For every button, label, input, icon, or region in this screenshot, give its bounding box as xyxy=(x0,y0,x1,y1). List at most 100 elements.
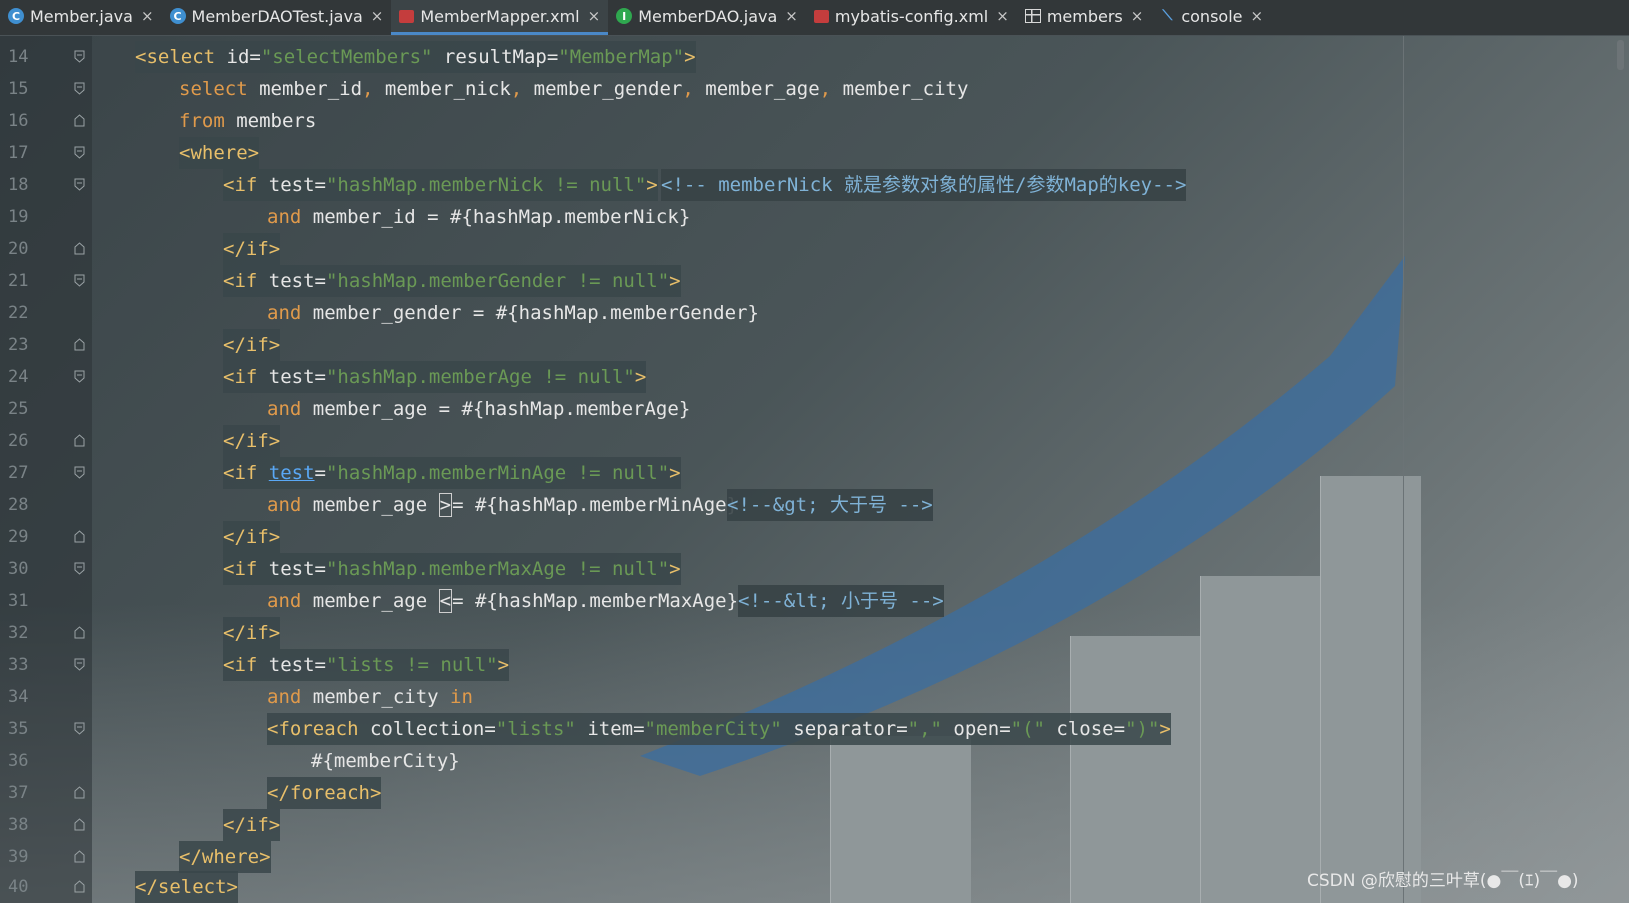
line-number: 24 xyxy=(8,367,29,387)
code-line[interactable]: 26 </if> xyxy=(0,425,1629,457)
tab-label: MemberMapper.xml xyxy=(420,6,580,26)
fold-open-icon[interactable] xyxy=(74,562,85,575)
fold-open-icon[interactable] xyxy=(74,82,85,95)
line-number: 23 xyxy=(8,335,29,355)
code-text: <if test="hashMap.memberMinAge != null"> xyxy=(223,457,681,489)
tab-member-mapper-xml[interactable]: MemberMapper.xml × xyxy=(391,0,609,35)
line-number: 27 xyxy=(8,463,29,483)
fold-close-icon[interactable] xyxy=(74,818,85,831)
code-text: </if> xyxy=(223,521,281,553)
code-line[interactable]: 31 and member_age <= #{hashMap.memberMax… xyxy=(0,585,1629,617)
xml-comment: <!--&lt; 小于号 --> xyxy=(738,585,944,617)
code-line[interactable]: 14 <select id="selectMembers" resultMap=… xyxy=(0,41,1629,73)
code-line[interactable]: 18 <if test="hashMap.memberNick != null"… xyxy=(0,169,1629,201)
code-line[interactable]: 23 </if> xyxy=(0,329,1629,361)
code-line[interactable]: 15 select member_id, member_nick, member… xyxy=(0,73,1629,105)
xml-comment: <!--&gt; 大于号 --> xyxy=(727,489,933,521)
code-line[interactable]: 32 </if> xyxy=(0,617,1629,649)
code-line[interactable]: 22 and member_gender = #{hashMap.memberG… xyxy=(0,297,1629,329)
close-icon[interactable]: × xyxy=(785,7,798,25)
code-text: from members xyxy=(179,110,317,132)
code-line[interactable]: 21 <if test="hashMap.memberGender != nul… xyxy=(0,265,1629,297)
fold-close-icon[interactable] xyxy=(74,786,85,799)
code-text: and member_id = #{hashMap.memberNick} xyxy=(267,206,691,228)
code-line[interactable]: 28 and member_age >= #{hashMap.memberMin… xyxy=(0,489,1629,521)
fold-open-icon[interactable] xyxy=(74,370,85,383)
code-line[interactable]: 38 </if> xyxy=(0,809,1629,841)
tab-console[interactable]: ⟍ console × xyxy=(1151,0,1271,35)
code-line[interactable]: 36 #{memberCity} xyxy=(0,745,1629,777)
code-line[interactable]: 24 <if test="hashMap.memberAge != null"> xyxy=(0,361,1629,393)
fold-open-icon[interactable] xyxy=(74,658,85,671)
fold-open-icon[interactable] xyxy=(74,146,85,159)
text-cursor: > xyxy=(438,493,453,517)
code-text: </if> xyxy=(223,233,281,265)
code-text: <if test="hashMap.memberGender != null"> xyxy=(223,265,681,297)
code-text: </where> xyxy=(179,841,271,873)
fold-close-icon[interactable] xyxy=(74,626,85,639)
fold-open-icon[interactable] xyxy=(74,274,85,287)
line-number: 38 xyxy=(8,815,29,835)
code-line[interactable]: 16 from members xyxy=(0,105,1629,137)
line-number: 19 xyxy=(8,207,29,227)
close-icon[interactable]: × xyxy=(141,7,154,25)
code-line[interactable]: 20 </if> xyxy=(0,233,1629,265)
code-line[interactable]: 25 and member_age = #{hashMap.memberAge} xyxy=(0,393,1629,425)
code-line[interactable]: 35 <foreach collection="lists" item="mem… xyxy=(0,713,1629,745)
code-line[interactable]: 34 and member_city in xyxy=(0,681,1629,713)
code-text: <if test="hashMap.memberMaxAge != null"> xyxy=(223,553,681,585)
fold-close-icon[interactable] xyxy=(74,434,85,447)
code-line[interactable]: 29 </if> xyxy=(0,521,1629,553)
tab-members-table[interactable]: members × xyxy=(1017,0,1152,35)
tab-label: console xyxy=(1181,6,1243,26)
fold-close-icon[interactable] xyxy=(74,242,85,255)
line-number: 15 xyxy=(8,79,29,99)
tab-mybatis-config-xml[interactable]: mybatis-config.xml × xyxy=(806,0,1017,35)
fold-close-icon[interactable] xyxy=(74,850,85,863)
tab-member-java[interactable]: C Member.java × xyxy=(0,0,162,35)
code-line[interactable]: 17 <where> xyxy=(0,137,1629,169)
code-text: select member_id, member_nick, member_ge… xyxy=(179,78,969,100)
code-text: <foreach collection="lists" item="member… xyxy=(267,713,1171,745)
class-c-icon: C xyxy=(169,8,186,24)
fold-close-icon[interactable] xyxy=(74,338,85,351)
code-line[interactable]: 19 and member_id = #{hashMap.memberNick} xyxy=(0,201,1629,233)
test-attribute-link[interactable]: test xyxy=(269,462,315,484)
fold-open-icon[interactable] xyxy=(74,50,85,63)
line-number: 16 xyxy=(8,111,29,131)
code-line[interactable]: 37 </foreach> xyxy=(0,777,1629,809)
line-number: 20 xyxy=(8,239,29,259)
code-text: <if test="hashMap.memberAge != null"> xyxy=(223,361,647,393)
close-icon[interactable]: × xyxy=(1250,7,1263,25)
code-text: </if> xyxy=(223,809,281,841)
code-line[interactable]: 27 <if test="hashMap.memberMinAge != nul… xyxy=(0,457,1629,489)
table-icon xyxy=(1024,9,1041,23)
fold-open-icon[interactable] xyxy=(74,466,85,479)
fold-close-icon[interactable] xyxy=(74,114,85,127)
code-line[interactable]: 33 <if test="lists != null"> xyxy=(0,649,1629,681)
line-number: 32 xyxy=(8,623,29,643)
code-text: and member_gender = #{hashMap.memberGend… xyxy=(267,302,759,324)
tab-member-dao-test-java[interactable]: C MemberDAOTest.java × xyxy=(162,0,392,35)
fold-close-icon[interactable] xyxy=(74,530,85,543)
fold-open-icon[interactable] xyxy=(74,722,85,735)
xml-comment: <!-- memberNick 就是参数对象的属性/参数Map的key--> xyxy=(661,169,1187,201)
code-line[interactable]: 30 <if test="hashMap.memberMaxAge != nul… xyxy=(0,553,1629,585)
close-icon[interactable]: × xyxy=(588,7,601,25)
line-number: 30 xyxy=(8,559,29,579)
close-icon[interactable]: × xyxy=(996,7,1009,25)
code-text: </if> xyxy=(223,425,281,457)
fold-open-icon[interactable] xyxy=(74,178,85,191)
line-number: 28 xyxy=(8,495,29,515)
code-text: </if> xyxy=(223,329,281,361)
tab-member-dao-java[interactable]: I MemberDAO.java × xyxy=(608,0,806,35)
xml-file-icon xyxy=(399,9,415,23)
xml-file-icon xyxy=(813,9,829,23)
line-number: 29 xyxy=(8,527,29,547)
code-text: <where> xyxy=(179,137,260,169)
close-icon[interactable]: × xyxy=(371,7,384,25)
close-icon[interactable]: × xyxy=(1131,7,1144,25)
csdn-watermark: CSDN @欣慰的三叶草(●￣(ｴ)￣●) xyxy=(1307,871,1579,891)
fold-close-icon[interactable] xyxy=(74,880,85,893)
code-text: and member_city in xyxy=(267,686,473,708)
